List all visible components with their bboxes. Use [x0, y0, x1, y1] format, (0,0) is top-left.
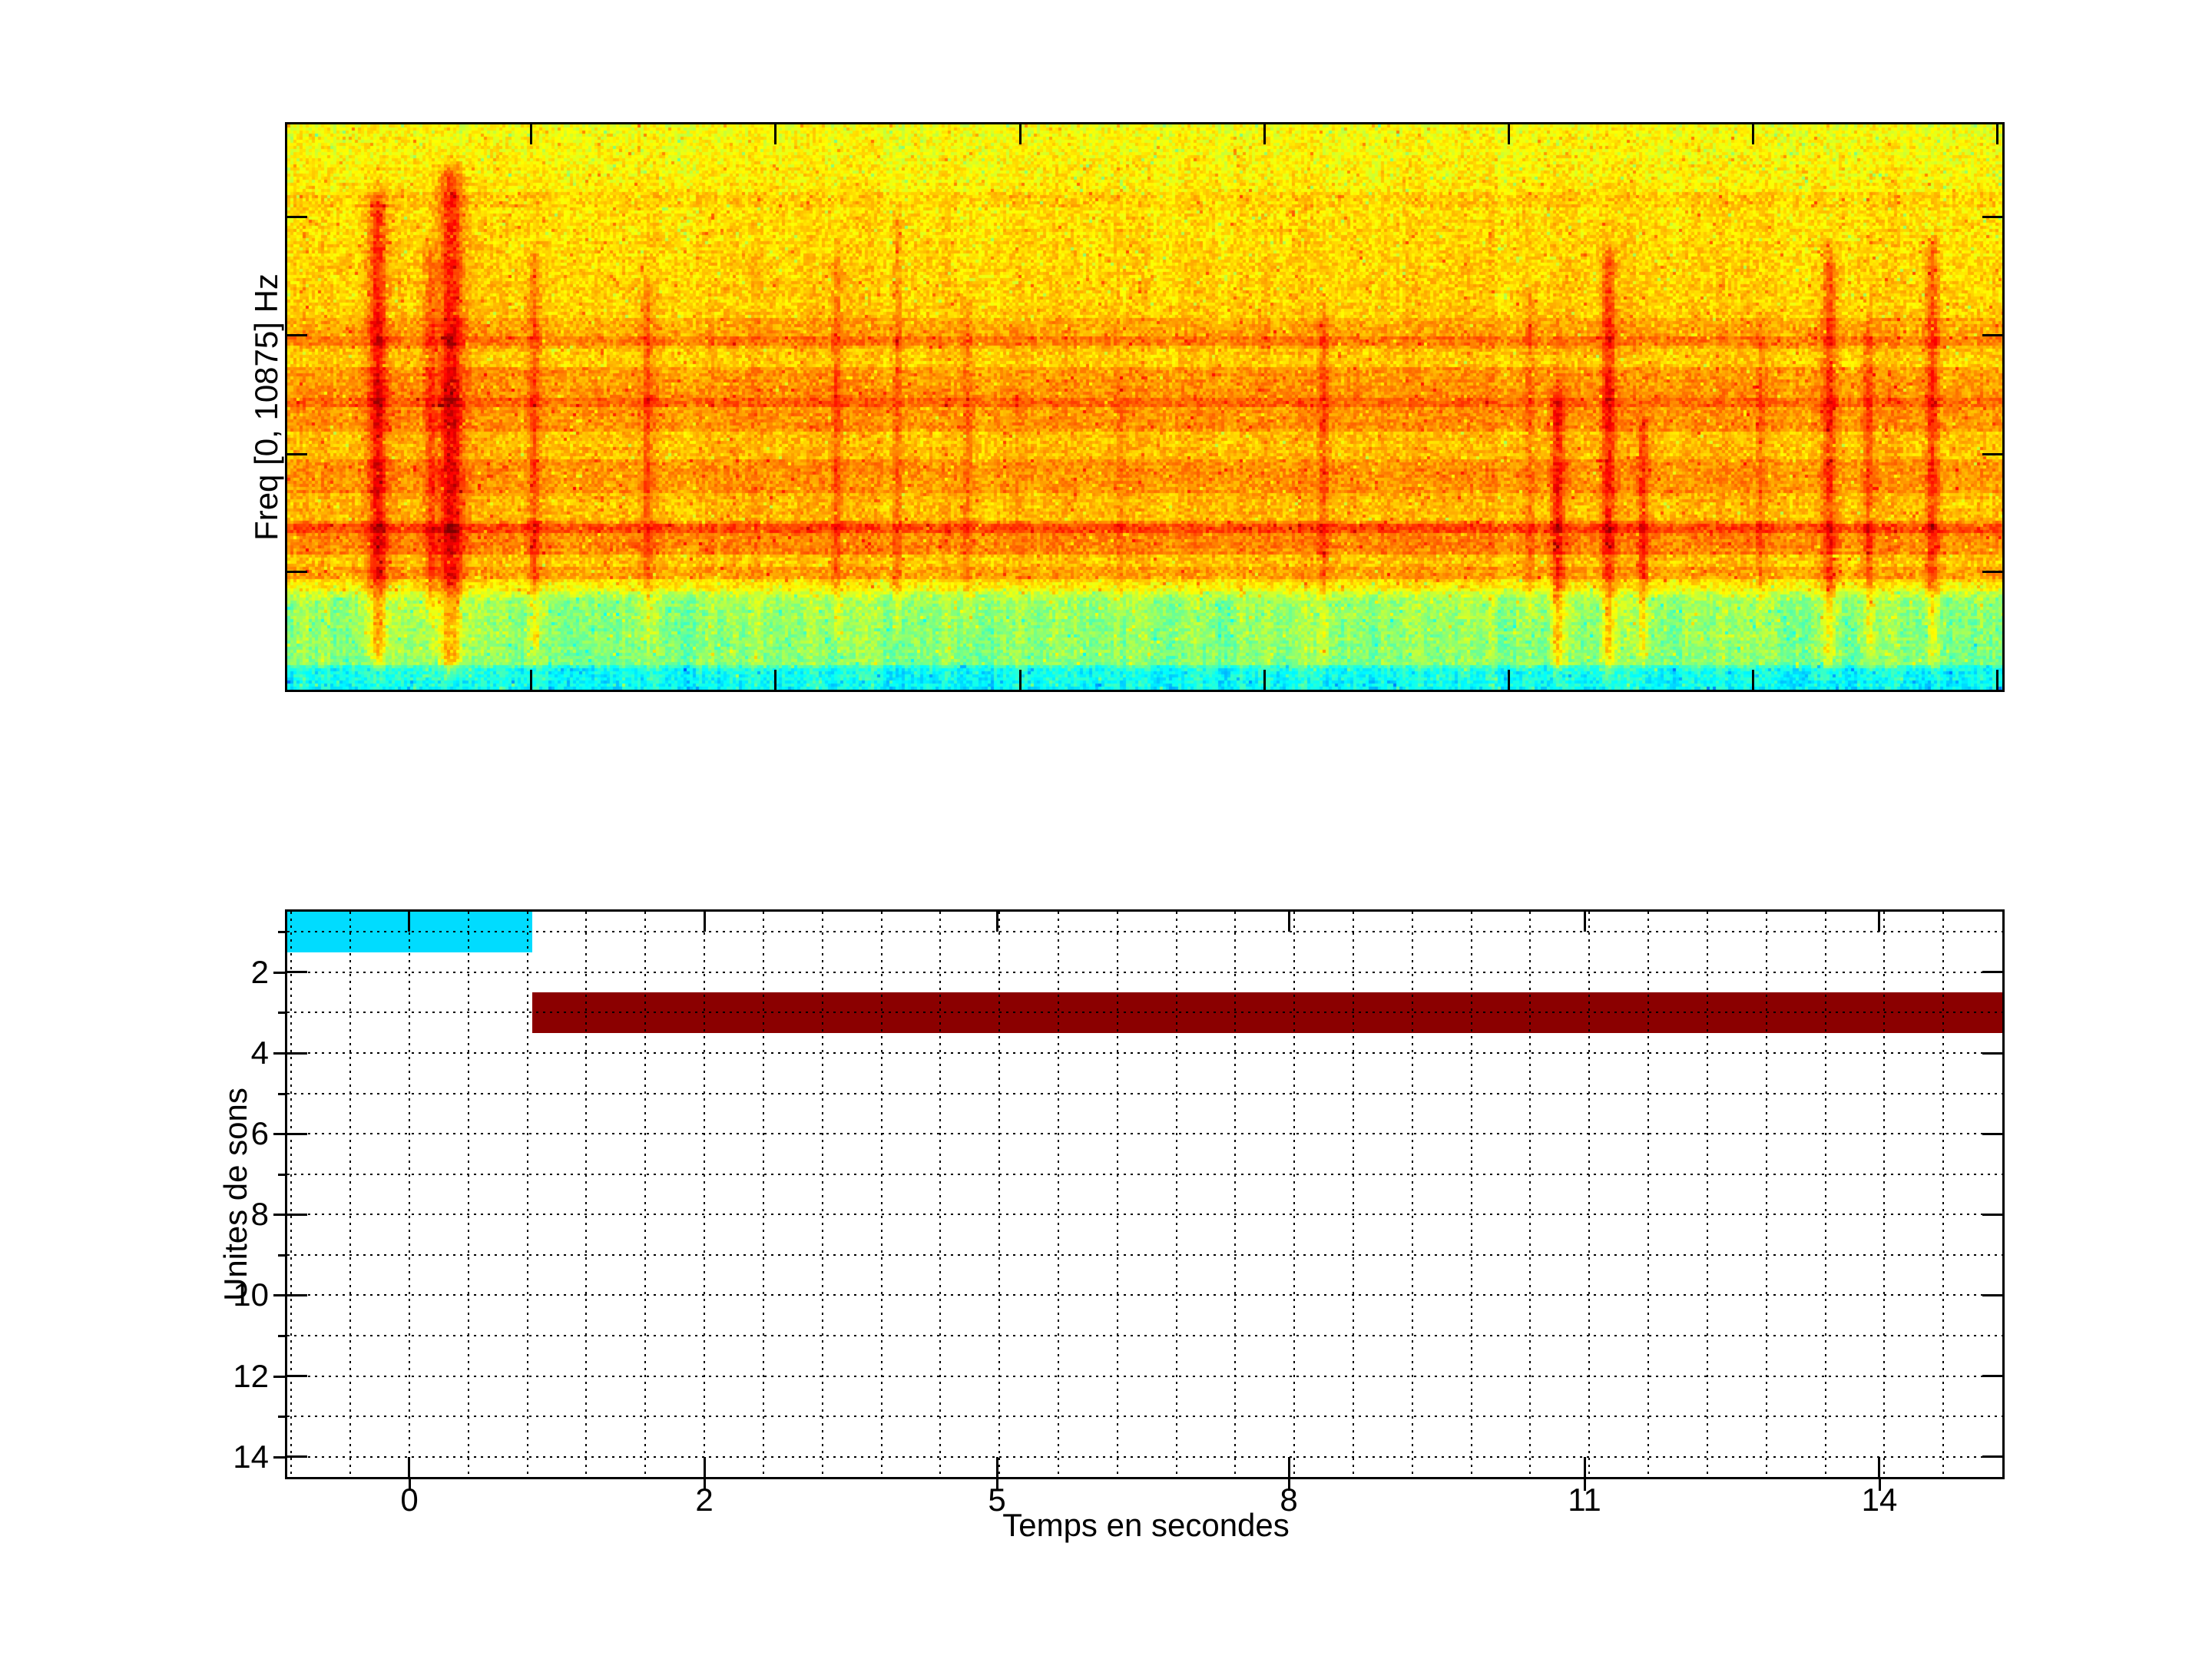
y-tick: [1982, 1052, 2002, 1055]
y-tick: [287, 334, 307, 336]
x-tick: [1584, 1457, 1586, 1477]
x-tick: [1288, 912, 1290, 932]
y-minor-tick-outer: [278, 1174, 287, 1176]
x-tick: [408, 912, 410, 932]
x-tick: [1878, 912, 1880, 932]
units-area: [287, 912, 2002, 1477]
y-tick: [1982, 1133, 2002, 1135]
y-tick-outer: [273, 1052, 287, 1055]
x-tick: [1263, 124, 1266, 144]
units-plot: [285, 909, 2005, 1479]
y-tick: [287, 453, 307, 455]
y-minor-tick-outer: [278, 1335, 287, 1337]
y-tick-outer: [273, 972, 287, 974]
x-tick: [408, 1457, 410, 1477]
x-tick-label: 0: [348, 1482, 471, 1518]
y-tick: [287, 216, 307, 218]
y-tick: [1982, 1294, 2002, 1296]
x-tick: [1878, 1457, 1880, 1477]
y-tick: [1982, 1455, 2002, 1458]
y-tick: [287, 1455, 307, 1458]
x-tick: [704, 912, 706, 932]
x-tick-label: 8: [1227, 1482, 1350, 1518]
y-tick: [1982, 334, 2002, 336]
y-tick-outer: [273, 1376, 287, 1378]
y-tick: [287, 1375, 307, 1377]
x-tick: [1288, 1457, 1290, 1477]
y-tick: [287, 1133, 307, 1135]
x-tick: [1019, 124, 1022, 144]
x-tick: [1996, 670, 1998, 690]
y-tick-outer: [273, 1294, 287, 1296]
spectrogram-plot: [285, 122, 2005, 692]
y-tick: [287, 571, 307, 573]
y-tick-label: 2: [177, 954, 269, 991]
y-tick-outer: [273, 1133, 287, 1135]
y-tick-label: 12: [177, 1358, 269, 1395]
x-tick-label: 2: [643, 1482, 766, 1518]
y-minor-tick-outer: [278, 1416, 287, 1418]
y-tick: [287, 1214, 307, 1216]
x-tick: [1019, 670, 1022, 690]
x-tick-label: 11: [1523, 1482, 1646, 1518]
figure-root: Freq [0, 10875] Hz Unites de sons Temps …: [0, 0, 2212, 1659]
y-minor-tick-outer: [278, 1012, 287, 1014]
x-tick-label: 14: [1818, 1482, 1941, 1518]
spectrogram-image: [287, 124, 2002, 690]
y-tick-label: 10: [177, 1277, 269, 1313]
x-tick: [530, 670, 532, 690]
y-minor-tick-outer: [278, 931, 287, 933]
spectrogram-ylabel: Freq [0, 10875] Hz: [248, 100, 285, 714]
y-tick: [1982, 1375, 2002, 1377]
y-tick-label: 14: [177, 1439, 269, 1475]
y-tick-label: 8: [177, 1196, 269, 1233]
y-minor-tick-outer: [278, 1254, 287, 1257]
x-tick: [1263, 670, 1266, 690]
x-tick: [1584, 912, 1586, 932]
x-tick: [774, 124, 777, 144]
y-minor-tick-outer: [278, 1093, 287, 1095]
x-tick: [774, 670, 777, 690]
y-tick-label: 6: [177, 1115, 269, 1152]
y-tick: [1982, 453, 2002, 455]
x-tick: [704, 1457, 706, 1477]
y-tick-outer: [273, 1214, 287, 1216]
y-tick: [1982, 971, 2002, 973]
y-tick-outer: [273, 1456, 287, 1459]
x-tick: [996, 1457, 998, 1477]
x-tick: [1996, 124, 1998, 144]
x-tick: [996, 912, 998, 932]
y-tick: [1982, 216, 2002, 218]
x-tick-label: 5: [935, 1482, 1058, 1518]
x-tick: [1752, 670, 1754, 690]
y-tick: [287, 1294, 307, 1296]
y-tick: [1982, 1214, 2002, 1216]
x-tick: [1752, 124, 1754, 144]
y-tick: [287, 971, 307, 973]
x-tick: [530, 124, 532, 144]
x-tick: [1508, 124, 1510, 144]
time-xlabel: Temps en secondes: [839, 1507, 1453, 1544]
y-tick-label: 4: [177, 1035, 269, 1071]
y-tick: [287, 1052, 307, 1055]
x-tick: [1508, 670, 1510, 690]
spectrogram-area: [287, 124, 2002, 690]
y-tick: [1982, 571, 2002, 573]
